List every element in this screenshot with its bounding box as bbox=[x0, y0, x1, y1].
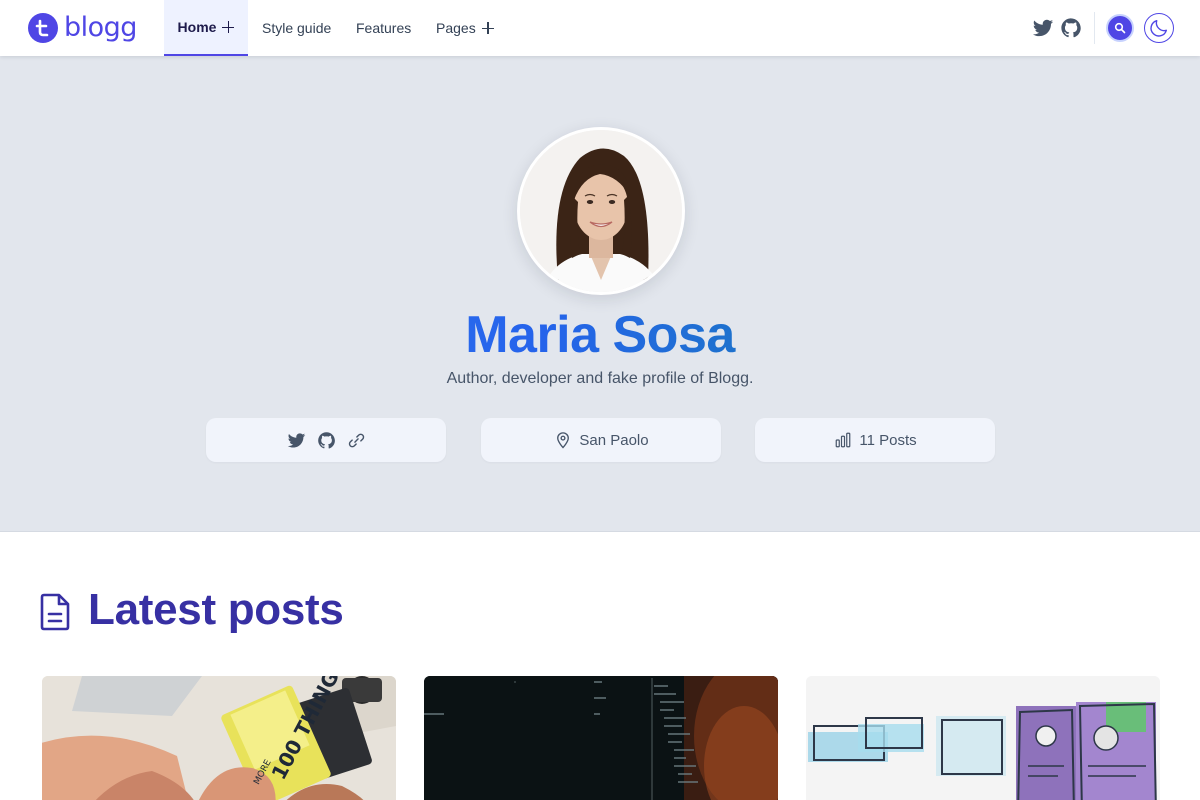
post-card-image bbox=[424, 676, 778, 800]
link-icon[interactable] bbox=[346, 430, 366, 450]
latest-posts-heading: Latest posts bbox=[88, 585, 344, 634]
nav-item-style-guide[interactable]: Style guide bbox=[262, 0, 331, 56]
nav-item-label: Style guide bbox=[262, 20, 332, 36]
post-card[interactable] bbox=[424, 676, 778, 800]
brand-logo[interactable]: blogg bbox=[28, 12, 137, 44]
location-text: San Paolo bbox=[579, 431, 649, 449]
post-card[interactable]: 100 THINGS MORE bbox=[42, 676, 396, 800]
search-button[interactable] bbox=[1106, 14, 1134, 42]
plus-icon bbox=[222, 21, 235, 33]
plus-icon bbox=[481, 22, 494, 34]
blogg-logo-icon bbox=[28, 13, 58, 43]
post-card[interactable] bbox=[806, 676, 1160, 800]
document-icon bbox=[38, 592, 74, 632]
post-card-image bbox=[806, 676, 1160, 800]
brand-name: blogg bbox=[64, 12, 137, 43]
twitter-icon[interactable] bbox=[1031, 16, 1055, 40]
author-post-count: 11 Posts bbox=[755, 418, 995, 462]
top-navbar: blogg Home Style guide Features Pages bbox=[0, 0, 1200, 56]
github-icon[interactable] bbox=[1059, 16, 1083, 40]
nav-divider bbox=[1094, 12, 1095, 44]
post-card-image: 100 THINGS MORE bbox=[42, 676, 396, 800]
moon-icon bbox=[1148, 17, 1170, 39]
nav-item-label: Pages bbox=[436, 20, 476, 36]
search-icon bbox=[1114, 22, 1126, 34]
author-bio: Author, developer and fake profile of Bl… bbox=[446, 370, 754, 387]
nav-item-pages[interactable]: Pages bbox=[436, 0, 494, 56]
map-pin-icon bbox=[553, 430, 573, 450]
author-social-links bbox=[206, 418, 446, 462]
nav-item-label: Features bbox=[356, 20, 412, 36]
post-count-text: 11 Posts bbox=[859, 431, 917, 449]
author-name: Maria Sosa bbox=[0, 305, 1200, 365]
twitter-icon[interactable] bbox=[286, 430, 306, 450]
bar-chart-icon bbox=[833, 430, 853, 450]
nav-item-home[interactable]: Home bbox=[164, 0, 248, 56]
theme-toggle-button[interactable] bbox=[1144, 13, 1174, 43]
nav-item-label: Home bbox=[177, 19, 217, 35]
github-icon[interactable] bbox=[316, 430, 336, 450]
author-location: San Paolo bbox=[481, 418, 721, 462]
author-profile-hero: Maria Sosa Author, developer and fake pr… bbox=[0, 56, 1200, 532]
author-avatar bbox=[517, 127, 685, 295]
nav-item-features[interactable]: Features bbox=[356, 0, 411, 56]
